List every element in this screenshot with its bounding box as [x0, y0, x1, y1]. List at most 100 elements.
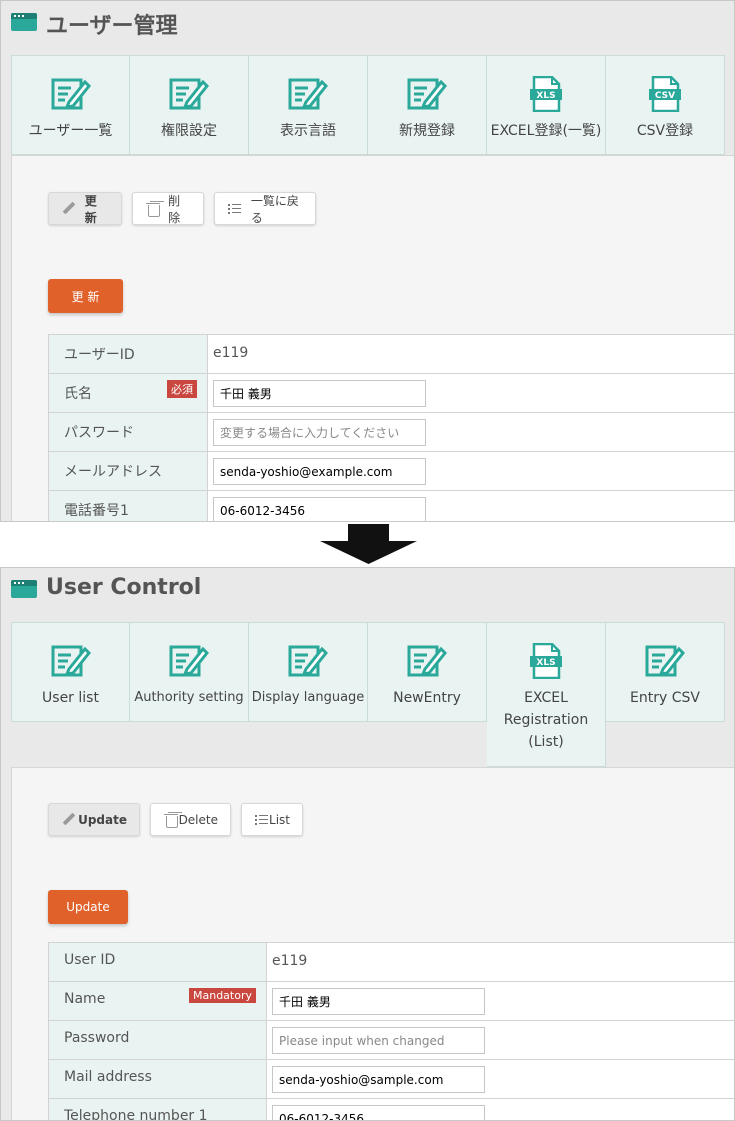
menu-user-list[interactable]: ユーザー一覧 — [11, 55, 130, 155]
update-button[interactable]: 更 新 — [48, 192, 122, 225]
user-id-value: e119 — [272, 953, 308, 969]
edit-icon — [407, 645, 447, 677]
xls-file-icon: XLS — [530, 76, 562, 112]
trash-icon — [145, 201, 161, 217]
menu-user-list[interactable]: User list — [11, 622, 130, 722]
field-label: メールアドレス — [49, 452, 208, 490]
menu-excel-registration[interactable]: XLS EXCEL登録(一覧) — [487, 55, 606, 155]
menu-display-language[interactable]: Display language — [249, 622, 368, 722]
action-buttons: Update Delete List — [48, 803, 303, 836]
menu-new-entry[interactable]: NewEntry — [368, 622, 487, 722]
menu-label: Entry CSV — [630, 690, 700, 706]
xls-badge: XLS — [536, 91, 555, 101]
field-value — [208, 491, 734, 521]
content-area: Update Delete List Update User ID e119 N… — [11, 767, 734, 1120]
update-button[interactable]: Update — [48, 803, 140, 836]
required-badge: 必須 — [167, 380, 197, 398]
down-arrow-icon — [320, 524, 417, 564]
menu-label: Display language — [251, 690, 365, 705]
delete-button-label: Delete — [178, 812, 218, 827]
field-label: Mail address — [49, 1060, 267, 1098]
function-menu: ユーザー一覧 権限設定 表示言語 新規登録 XLS EXCEL登録(一覧) CS… — [11, 55, 725, 155]
menu-label: User list — [42, 690, 99, 706]
form-row-name: Name Mandatory — [48, 982, 734, 1021]
form-row-user-id: User ID e119 — [48, 943, 734, 982]
menu-csv-registration[interactable]: CSV CSV登録 — [606, 55, 725, 155]
back-to-list-button[interactable]: List — [241, 803, 303, 836]
menu-entry-csv[interactable]: Entry CSV — [606, 622, 725, 722]
delete-button[interactable]: 削 除 — [132, 192, 204, 225]
trash-icon — [163, 812, 177, 828]
field-label-cell: Name Mandatory — [49, 982, 267, 1020]
field-label: Telephone number 1 — [49, 1099, 267, 1120]
pencil-icon — [61, 812, 68, 828]
window-icon — [11, 580, 37, 598]
field-label-cell: 氏名 必須 — [49, 374, 208, 412]
menu-label: 権限設定 — [161, 123, 217, 139]
required-badge: Mandatory — [188, 988, 256, 1003]
pencil-icon — [61, 201, 75, 217]
menu-authority[interactable]: Authority setting — [130, 622, 249, 722]
name-input[interactable] — [272, 988, 485, 1015]
field-label: パスワード — [49, 413, 208, 451]
delete-button[interactable]: Delete — [150, 803, 231, 836]
field-value — [208, 374, 734, 412]
form-row-user-id: ユーザーID e119 — [48, 335, 734, 374]
field-value — [267, 1060, 734, 1098]
field-label: Name — [64, 991, 106, 1007]
window-icon — [11, 13, 37, 31]
user-form: ユーザーID e119 氏名 必須 パスワード メールアドレス 電話番号1 — [48, 334, 734, 521]
menu-display-language[interactable]: 表示言語 — [249, 55, 368, 155]
field-value — [267, 1021, 734, 1059]
xls-badge: XLS — [536, 658, 555, 668]
submit-update-button[interactable]: 更 新 — [48, 279, 123, 313]
back-to-list-button[interactable]: 一覧に戻る — [214, 192, 316, 225]
menu-label: NewEntry — [393, 690, 461, 706]
list-icon — [227, 201, 241, 217]
tel-input[interactable] — [272, 1105, 485, 1120]
title-bar: ユーザー管理 — [1, 1, 734, 47]
mail-input[interactable] — [272, 1066, 485, 1093]
user-id-value: e119 — [213, 345, 249, 361]
menu-label: 新規登録 — [399, 123, 455, 139]
field-value — [208, 413, 734, 451]
page-title: ユーザー管理 — [46, 14, 178, 39]
menu-label: ユーザー一覧 — [28, 123, 113, 139]
edit-icon — [407, 78, 447, 110]
form-row-password: パスワード — [48, 413, 734, 452]
list-icon — [254, 812, 269, 828]
function-menu: User list Authority setting Display lang… — [11, 622, 725, 767]
update-button-label: 更 新 — [84, 193, 97, 225]
password-input[interactable] — [213, 419, 426, 446]
mail-input[interactable] — [213, 458, 426, 485]
action-buttons: 更 新 削 除 一覧に戻る — [48, 192, 316, 225]
edit-icon — [288, 645, 328, 677]
content-area: 更 新 削 除 一覧に戻る 更 新 ユーザーID e119 氏名 必須 パスワード… — [11, 155, 734, 521]
menu-excel-registration[interactable]: XLS EXCEL Registration (List) — [487, 622, 606, 767]
submit-update-button[interactable]: Update — [48, 890, 128, 924]
list-button-label: 一覧に戻る — [250, 193, 299, 225]
name-input[interactable] — [213, 380, 426, 407]
password-input[interactable] — [272, 1027, 485, 1054]
title-bar: User Control — [1, 568, 734, 614]
form-row-tel: Telephone number 1 — [48, 1099, 734, 1120]
form-row-mail: メールアドレス — [48, 452, 734, 491]
menu-label: EXCEL Registration (List) — [503, 690, 589, 750]
form-row-tel: 電話番号1 — [48, 491, 734, 521]
edit-icon — [288, 78, 328, 110]
edit-icon — [51, 78, 91, 110]
form-row-name: 氏名 必須 — [48, 374, 734, 413]
field-value — [267, 1099, 734, 1120]
edit-icon — [645, 645, 685, 677]
menu-label: 表示言語 — [280, 123, 336, 139]
page-title: User Control — [46, 575, 202, 600]
tel-input[interactable] — [213, 497, 426, 521]
delete-button-label: 削 除 — [168, 193, 181, 225]
field-value: e119 — [267, 943, 734, 981]
field-label: ユーザーID — [49, 335, 208, 373]
menu-new-entry[interactable]: 新規登録 — [368, 55, 487, 155]
menu-authority[interactable]: 権限設定 — [130, 55, 249, 155]
menu-label: CSV登録 — [636, 123, 694, 139]
form-row-password: Password — [48, 1021, 734, 1060]
field-label: User ID — [49, 943, 267, 981]
